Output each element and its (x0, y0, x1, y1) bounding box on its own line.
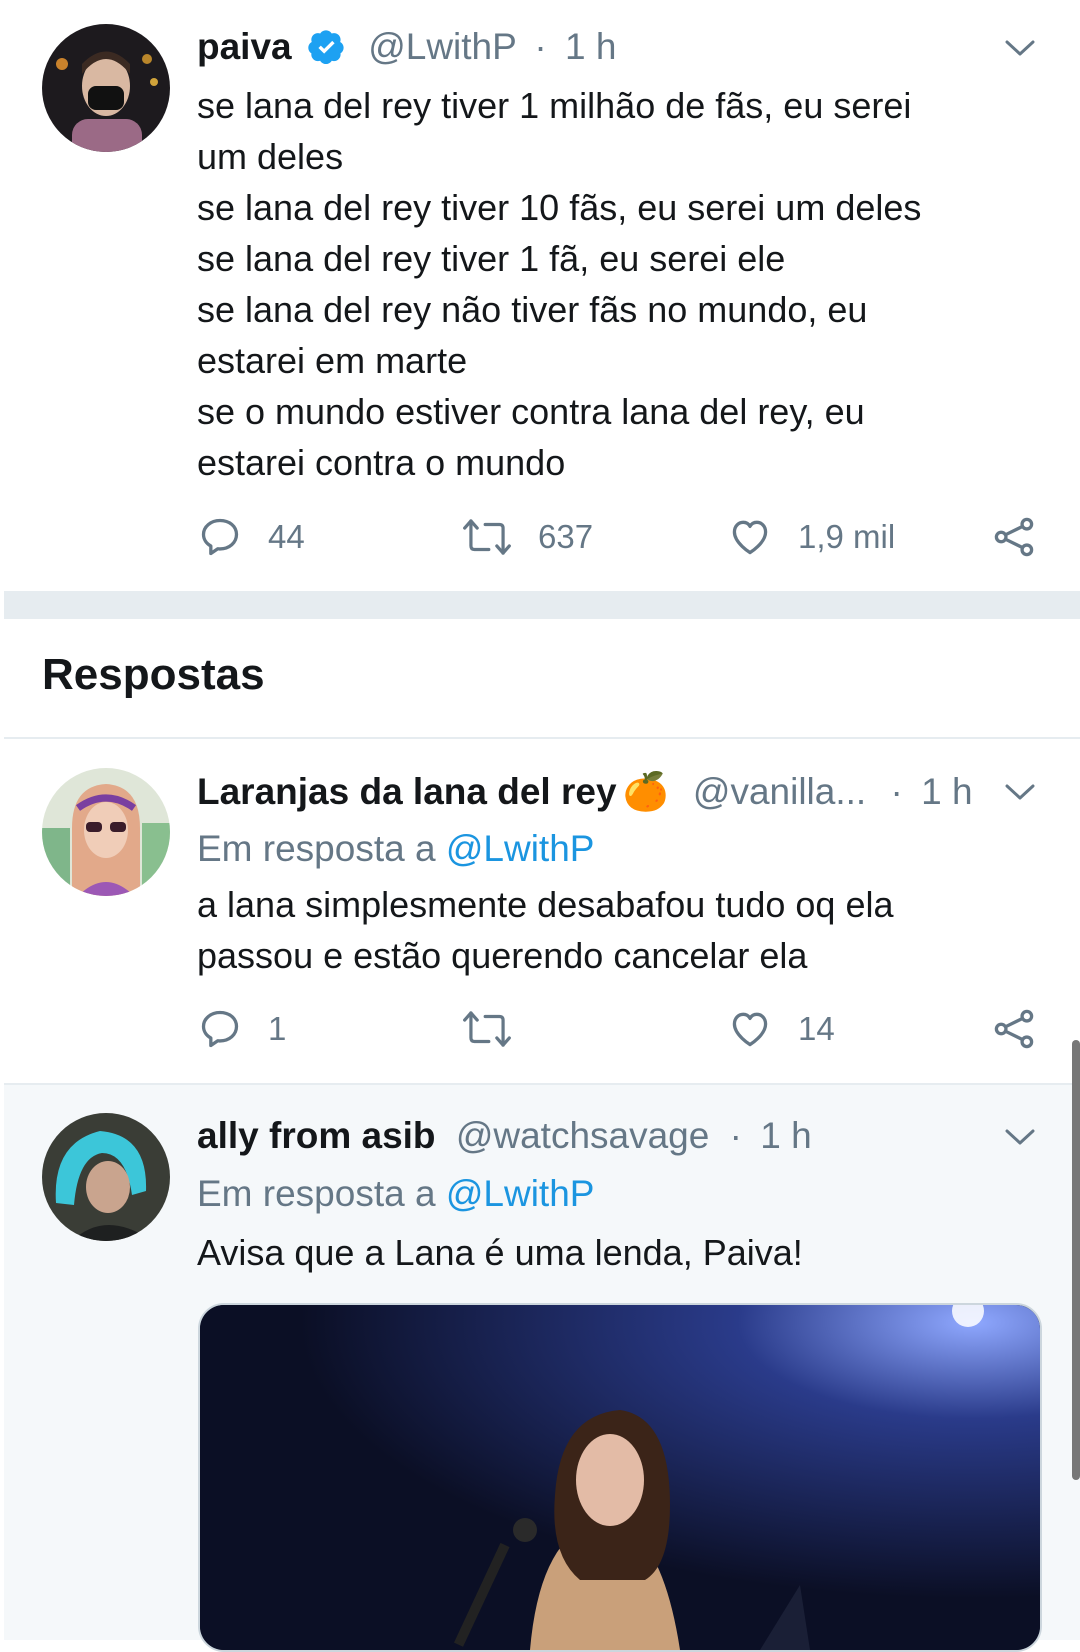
share-button[interactable] (992, 1007, 1036, 1051)
reply-button[interactable]: 44 (198, 515, 305, 559)
mention-link[interactable]: @LwithP (446, 1173, 595, 1214)
separator-dot: · (729, 1115, 742, 1156)
tweet-line: se lana del rey tiver 1 milhão de fãs, e… (197, 85, 912, 126)
replies-heading: Respostas (42, 650, 265, 699)
like-button[interactable]: 14 (728, 1007, 835, 1051)
main-tweet: paiva @LwithP · 1 h se lana del rey tive… (0, 0, 1080, 590)
retweet-count: 637 (538, 518, 594, 555)
retweet-icon (463, 519, 511, 555)
heart-icon (732, 1012, 768, 1047)
chevron-down-icon[interactable] (1004, 38, 1036, 58)
retweet-button[interactable] (462, 1007, 538, 1051)
retweet-icon (463, 1011, 511, 1047)
tweet-text: Avisa que a Lana é uma lenda, Paiva! (197, 1227, 1017, 1278)
tweet-line: se lana del rey não tiver fãs no mundo, … (197, 289, 868, 330)
tweet-line: estarei contra o mundo (197, 442, 566, 483)
tweet-line: passou e estão querendo cancelar ela (197, 935, 808, 976)
tweet-line: se lana del rey tiver 1 fã, eu serei ele (197, 238, 786, 279)
tweet-header: paiva @LwithP · 1 h (197, 26, 990, 68)
tweet-line: Avisa que a Lana é uma lenda, Paiva! (197, 1232, 803, 1273)
chevron-down-icon[interactable] (1004, 1127, 1036, 1147)
like-button[interactable]: 1,9 mil (728, 515, 895, 559)
separator-dot: · (890, 771, 903, 812)
scrollbar[interactable] (1072, 1040, 1080, 1480)
author-handle[interactable]: @vanilla... (693, 771, 866, 812)
tweet-text: a lana simplesmente desabafou tudo oq el… (197, 879, 1017, 981)
heart-icon (732, 520, 768, 555)
tweet-header: ally from asib @watchsavage · 1 h (197, 1115, 990, 1157)
reply1-avatar[interactable] (42, 768, 170, 896)
timestamp[interactable]: 1 h (565, 26, 616, 67)
reply-count: 44 (268, 518, 305, 555)
share-icon (994, 1009, 1034, 1049)
reply-tweet-1[interactable]: Laranjas da lana del rey 🍊 @vanilla... · … (0, 739, 1080, 1084)
tweet-actions: 1 14 (0, 1007, 1080, 1057)
reply-icon (201, 1010, 239, 1048)
verified-badge-icon (308, 30, 344, 65)
reply-icon (201, 518, 239, 556)
author-name[interactable]: ally from asib (197, 1115, 436, 1156)
chevron-down-icon[interactable] (1004, 782, 1036, 802)
reply-context: Em resposta a @LwithP (197, 1173, 594, 1215)
reply-count: 1 (268, 1010, 287, 1047)
tweet-line: a lana simplesmente desabafou tudo oq el… (197, 884, 894, 925)
tweet-line: se lana del rey tiver 10 fãs, eu serei u… (197, 187, 922, 228)
author-handle[interactable]: @watchsavage (456, 1115, 710, 1156)
reply-context: Em resposta a @LwithP (197, 828, 594, 870)
tweet-line: se o mundo estiver contra lana del rey, … (197, 391, 865, 432)
timestamp[interactable]: 1 h (760, 1115, 811, 1156)
author-name[interactable]: paiva (197, 26, 292, 67)
section-divider (4, 591, 1080, 619)
tweet-media-video[interactable] (198, 1303, 1042, 1652)
reply2-avatar[interactable] (42, 1113, 170, 1241)
mention-link[interactable]: @LwithP (446, 828, 595, 869)
tweet-header: Laranjas da lana del rey 🍊 @vanilla... · … (197, 771, 990, 814)
retweet-button[interactable]: 637 (462, 515, 593, 559)
share-icon (994, 517, 1034, 557)
like-count: 14 (798, 1010, 835, 1047)
share-button[interactable] (992, 515, 1036, 559)
tweet-line: estarei em marte (197, 340, 468, 381)
author-name[interactable]: Laranjas da lana del rey (197, 771, 617, 812)
separator-dot: · (534, 26, 547, 67)
tweet-text: se lana del rey tiver 1 milhão de fãs, e… (197, 80, 1017, 488)
author-handle[interactable]: @LwithP (368, 26, 516, 67)
reply-button[interactable]: 1 (198, 1007, 286, 1051)
timestamp[interactable]: 1 h (921, 771, 972, 812)
tweet-line: um deles (197, 136, 344, 177)
paiva-avatar[interactable] (42, 24, 170, 152)
orange-emoji-icon: 🍊 (622, 771, 669, 812)
reply-prefix: Em resposta a (197, 828, 436, 869)
reply-prefix: Em resposta a (197, 1173, 436, 1214)
media-thumbnail (200, 1305, 1040, 1650)
like-count: 1,9 mil (798, 518, 896, 555)
tweet-actions: 44 637 1,9 mil (0, 515, 1080, 565)
